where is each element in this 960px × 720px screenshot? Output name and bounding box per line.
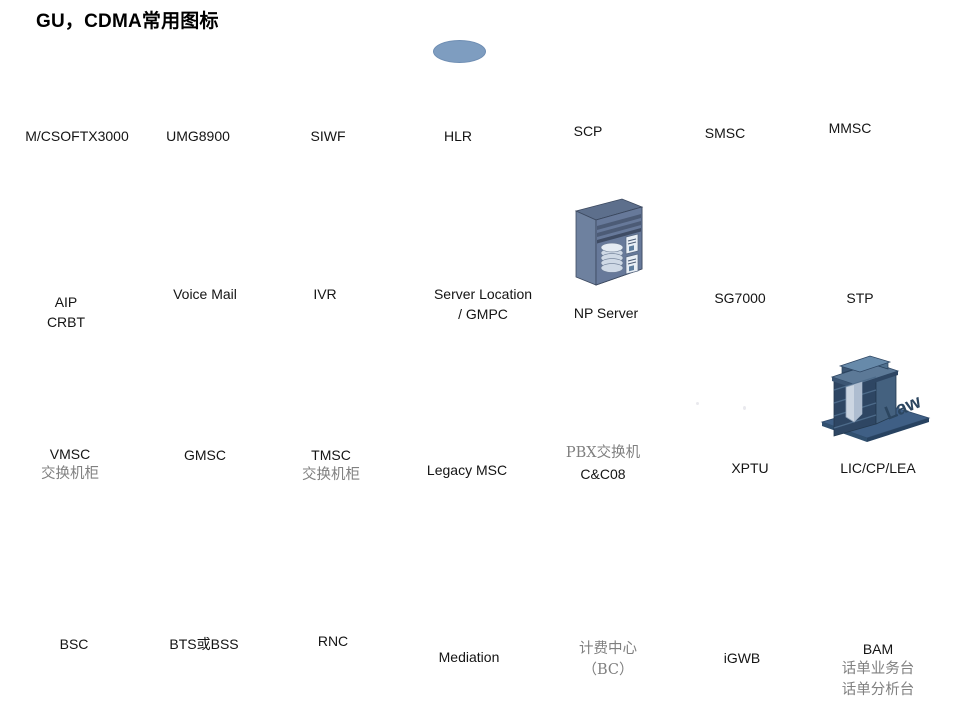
label-line: SMSC [704, 125, 746, 141]
label-line-cn: 交换机柜 [41, 466, 99, 482]
label-line: IVR [313, 286, 337, 302]
label-rnc[interactable]: RNC [318, 631, 348, 651]
label-hlr[interactable]: HLR [444, 126, 472, 146]
label-mediation[interactable]: Mediation [439, 647, 500, 667]
label-bts-bss[interactable]: BTS或BSS [169, 634, 238, 654]
artifact-speck [743, 406, 746, 410]
label-line: iGWB [723, 650, 761, 666]
label-line: LIC/CP/LEA [840, 460, 916, 476]
label-line: HLR [443, 128, 473, 144]
label-line: SIWF [310, 128, 346, 144]
label-bam[interactable]: BAM 话单业务台话单分析台 [842, 639, 915, 701]
label-line: NP Server [573, 305, 639, 321]
label-line: VMSC [49, 446, 91, 462]
label-line-cn: 交换机柜 [302, 467, 360, 483]
label-line: M/CSOFTX3000 [25, 128, 129, 144]
law-building-icon[interactable]: Law [818, 352, 933, 447]
label-line: STP [846, 290, 874, 306]
label-line-cn: 计费中心 [579, 641, 637, 657]
label-line: Server Location [433, 286, 533, 302]
page-title: GU，CDMA常用图标 [36, 11, 219, 32]
label-bc-center[interactable]: 计费中心 （BC） [579, 639, 637, 681]
label-line: Voice Mail [173, 286, 237, 302]
label-line: BAM [862, 641, 894, 657]
artifact-speck [696, 402, 699, 405]
label-line: CRBT [46, 314, 86, 330]
label-pbx-cc08[interactable]: PBX交换机 C&C08 [566, 443, 640, 484]
label-igwb[interactable]: iGWB [724, 648, 761, 668]
label-gmsc[interactable]: GMSC [184, 445, 226, 465]
label-legacy-msc[interactable]: Legacy MSC [427, 460, 507, 480]
label-line: Legacy MSC [426, 462, 508, 478]
label-mmsc[interactable]: MMSC [829, 118, 872, 138]
label-line: / GMPC [458, 306, 508, 322]
label-line: C&C08 [580, 466, 626, 482]
label-mcsoftx3000[interactable]: M/CSOFTX3000 [25, 126, 128, 146]
label-sg7000[interactable]: SG7000 [714, 288, 765, 308]
label-scp[interactable]: SCP [574, 121, 603, 141]
label-vmsc[interactable]: VMSC 交换机柜 [41, 444, 99, 485]
label-bsc[interactable]: BSC [60, 634, 89, 654]
label-voice-mail[interactable]: Voice Mail [173, 284, 237, 304]
label-line: BTS或BSS [169, 636, 239, 652]
label-ivr[interactable]: IVR [313, 284, 336, 304]
label-smsc[interactable]: SMSC [705, 123, 745, 143]
label-line: SG7000 [714, 290, 766, 306]
label-line: GMSC [184, 447, 226, 463]
label-line: Mediation [438, 649, 500, 665]
label-line: XPTU [731, 460, 769, 476]
label-np-server[interactable]: NP Server [574, 303, 638, 323]
label-lic-cp-lea[interactable]: LIC/CP/LEA [840, 458, 915, 478]
label-umg8900[interactable]: UMG8900 [166, 126, 230, 146]
label-line: RNC [317, 633, 349, 649]
label-siwf[interactable]: SIWF [311, 126, 346, 146]
label-line-cn: 话单业务台 [841, 661, 915, 677]
label-line: UMG8900 [166, 128, 230, 144]
label-line: SCP [573, 123, 603, 139]
np-server-icon[interactable] [568, 197, 648, 292]
label-tmsc[interactable]: TMSC 交换机柜 [302, 445, 360, 486]
label-stp[interactable]: STP [846, 288, 873, 308]
label-line: BSC [59, 636, 89, 652]
blue-ellipse-shape[interactable] [433, 40, 486, 63]
label-aip-crbt[interactable]: AIP CRBT [47, 292, 85, 332]
label-line-cn: （BC） [582, 662, 634, 678]
label-line-cn: PBX交换机 [565, 445, 641, 461]
label-xptu[interactable]: XPTU [731, 458, 768, 478]
label-line-cn: 话单分析台 [841, 682, 915, 698]
label-line: TMSC [311, 447, 351, 463]
slide-canvas: GU，CDMA常用图标 Law M/CSOFTX3000 UMG8900 SIW… [0, 0, 960, 720]
label-line: MMSC [828, 120, 872, 136]
label-server-loc-gmpc[interactable]: Server Location / GMPC [434, 284, 532, 324]
label-line: AIP [54, 294, 78, 310]
